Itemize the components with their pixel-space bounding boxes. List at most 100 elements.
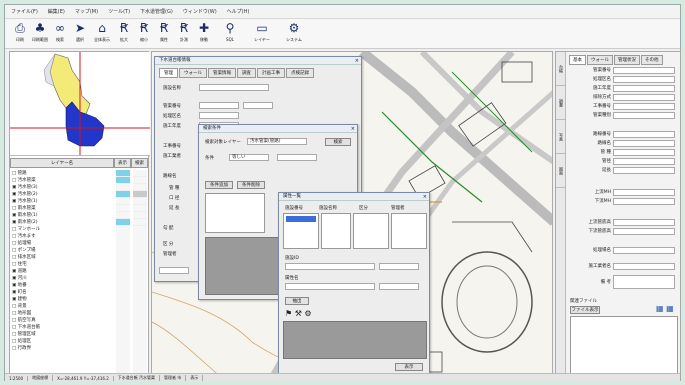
attr-value-field[interactable] [613, 84, 675, 92]
tab-plan[interactable]: 計画工事 [257, 68, 285, 78]
attr-value-field[interactable] [613, 218, 675, 226]
attr-value-field[interactable] [613, 111, 675, 119]
tree-item[interactable]: □ 航空写真 [12, 317, 112, 324]
tree-item[interactable]: □ 汚水ます [12, 233, 112, 240]
pipe-number-field[interactable] [199, 102, 239, 109]
tab-pipe[interactable]: 管渠情報 [208, 68, 236, 78]
search-layer-select[interactable]: 汚水管渠(管路) [247, 138, 307, 145]
tree-item[interactable]: ▣ 町名 [12, 289, 112, 296]
visible-checkbox-column[interactable] [116, 170, 130, 375]
tree-item[interactable]: □ 処理区 [12, 338, 112, 345]
tree-item[interactable]: ▣ 雨水管(1) [12, 212, 112, 219]
result-list[interactable] [321, 213, 351, 249]
attr-value-field[interactable] [613, 75, 675, 83]
result-list[interactable] [353, 213, 389, 249]
tab-manage[interactable]: 管理 [159, 68, 178, 78]
measure-button[interactable]: Ꞧ 計測 [175, 19, 193, 47]
file-list[interactable] [570, 316, 678, 374]
rtab-other[interactable]: その他 [641, 55, 663, 65]
tree-item[interactable]: □ 雨水管渠 [12, 205, 112, 212]
tree-item[interactable]: ▣ 建物 [12, 296, 112, 303]
print-range-button[interactable]: ♣ 印刷範囲 [31, 19, 49, 47]
attr-value-field[interactable] [613, 148, 675, 156]
close-icon[interactable]: × [355, 58, 359, 64]
attr-value-field[interactable] [613, 166, 675, 174]
search-checkbox-column[interactable] [133, 170, 147, 375]
tab-survey[interactable]: 調査 [237, 68, 256, 78]
tree-item[interactable]: ▣ 雨水管(2) [12, 219, 112, 226]
menu-window[interactable]: ウィンドウ(W) [183, 8, 217, 15]
menu-sewer[interactable]: 下水道管理(G) [140, 8, 173, 15]
condition-select[interactable]: 等しい [229, 154, 269, 161]
extract-button[interactable]: 抽出 [285, 297, 309, 305]
tree-item[interactable]: □ 排水区域 [12, 254, 112, 261]
menu-map[interactable]: マップ(M) [75, 8, 98, 15]
rtab-basic[interactable]: 基本 [569, 55, 586, 65]
dialog-small-field[interactable] [159, 267, 189, 274]
attr-value-field[interactable] [613, 188, 675, 196]
attribute-button[interactable]: Ꞧ 属性 [155, 19, 173, 47]
result-list[interactable] [391, 213, 427, 249]
attr-value-field[interactable] [613, 130, 675, 138]
condition-list[interactable] [205, 193, 265, 233]
close-icon[interactable]: × [351, 126, 355, 132]
attr-value-field[interactable] [613, 157, 675, 165]
result-list[interactable] [283, 213, 319, 249]
full-view-button[interactable]: ⌂ 全体表示 [91, 19, 113, 47]
attr-value-field[interactable] [613, 246, 675, 254]
tree-item[interactable]: □ 処理場 [12, 240, 112, 247]
search-execute-button[interactable]: 検索 [325, 138, 351, 146]
attr-value-field[interactable] [613, 66, 675, 74]
tree-item[interactable]: □ 管理区域 [12, 331, 112, 338]
tree-item[interactable]: ▣ 汚水管(2) [12, 191, 112, 198]
result-attr-select[interactable] [379, 283, 419, 290]
sql-button[interactable]: ⚲ SQL [215, 19, 245, 47]
zoom-out-button[interactable]: Ꞧ 縮小 [135, 19, 153, 47]
add-condition-button[interactable]: 条件追加 [205, 181, 233, 189]
tool-icons[interactable]: ⚑ ⚒ ⚙ [285, 309, 312, 318]
close-icon[interactable]: × [423, 194, 427, 200]
rtab-status[interactable]: 管理状況 [614, 55, 640, 65]
tree-item[interactable]: ▣ 汚水管(3) [12, 184, 112, 191]
tree-item[interactable]: □ 管路 [12, 170, 112, 177]
tab-wall[interactable]: ウォール [179, 68, 207, 78]
condition-value-field[interactable] [277, 154, 317, 161]
tree-item[interactable]: ▣ 道路 [12, 268, 112, 275]
rtab-wall[interactable]: ウォール [587, 55, 613, 65]
menu-file[interactable]: ファイル(F) [11, 8, 38, 15]
vtab-ledger[interactable]: 台帳 [556, 52, 566, 86]
tree-item[interactable]: □ 行政界 [12, 345, 112, 352]
tree-item[interactable]: □ マンホール [12, 226, 112, 233]
menu-tools[interactable]: ツール(T) [108, 8, 130, 15]
layer-button[interactable]: ▭ レイヤー [247, 19, 277, 47]
tree-item[interactable]: ▣ 地番 [12, 282, 112, 289]
result-attr-field[interactable] [285, 283, 375, 290]
facility-name-field[interactable] [199, 84, 269, 91]
result-id-select[interactable] [379, 263, 419, 270]
attr-value-field[interactable] [613, 93, 675, 101]
search-button[interactable]: ∞ 検索 [51, 19, 69, 47]
delete-condition-button[interactable]: 条件削除 [237, 181, 265, 189]
tree-item[interactable]: □ 住宅 [12, 261, 112, 268]
attr-value-field[interactable] [613, 262, 675, 270]
menu-help[interactable]: ヘルプ(H) [227, 8, 250, 15]
pan-button[interactable]: ✚ 移動 [195, 19, 213, 47]
zoom-in-button[interactable]: Ꞧ 拡大 [115, 19, 133, 47]
select-button[interactable]: ➤ 選択 [71, 19, 89, 47]
print-button[interactable]: ⎙ 印刷 [11, 19, 29, 47]
tree-item[interactable]: □ 背景 [12, 303, 112, 310]
tree-item[interactable]: ▣ 河川 [12, 275, 112, 282]
pipe-sub-field[interactable] [243, 102, 273, 109]
vtab-drawing[interactable]: 図面 [556, 154, 566, 188]
system-button[interactable]: ⚙ システム [279, 19, 309, 47]
attr-value-field[interactable] [613, 197, 675, 205]
attr-value-field[interactable] [613, 102, 675, 110]
tree-item[interactable]: □ 下水道台帳 [12, 324, 112, 331]
tree-item[interactable]: □ 汚水管渠 [12, 177, 112, 184]
vtab-photo[interactable]: 写真 [556, 120, 566, 154]
show-button[interactable]: 表示 [395, 363, 423, 371]
tree-item[interactable]: ▣ 汚水管(1) [12, 198, 112, 205]
grid-icon[interactable]: ▦ ▦ [656, 304, 674, 313]
overview-map[interactable] [10, 52, 150, 156]
tab-inspection[interactable]: 点検記録 [286, 68, 314, 78]
